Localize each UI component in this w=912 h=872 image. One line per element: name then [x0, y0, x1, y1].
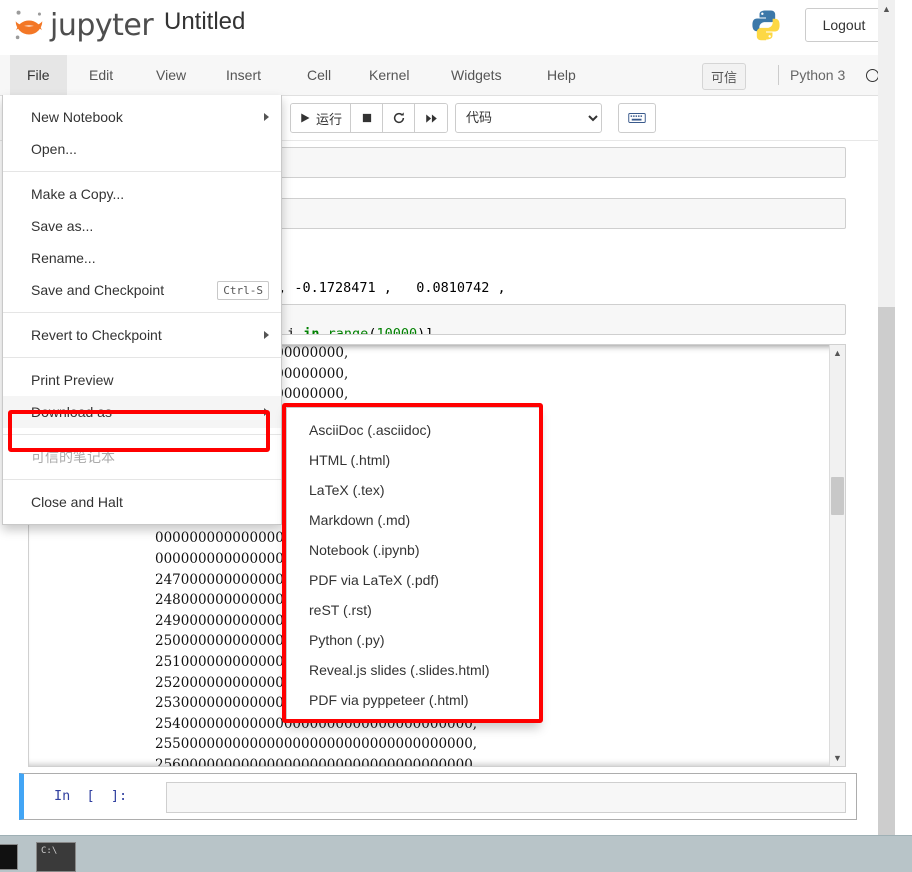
file-menu-item-save-as[interactable]: Save as...: [3, 210, 281, 242]
file-menu-item-new-notebook[interactable]: New Notebook: [3, 101, 281, 133]
chevron-right-icon: [264, 408, 269, 416]
file-menu-label: Make a Copy...: [31, 186, 125, 202]
menu-cell[interactable]: Cell: [290, 55, 348, 95]
file-menu-label: Save as...: [31, 218, 94, 234]
menu-file[interactable]: File: [10, 55, 67, 95]
browser-scrollbar-thumb[interactable]: [878, 17, 895, 307]
file-menu-label: Open...: [31, 141, 77, 157]
cell-type-select[interactable]: 代码Markdown原生 NBConvert标题: [455, 103, 602, 133]
file-menu-item-save-and-checkpoint[interactable]: Save and Checkpoint Ctrl-S: [3, 274, 281, 306]
stop-square-icon: [362, 113, 371, 123]
download-option-notebook[interactable]: Notebook (.ipynb): [287, 535, 539, 565]
jupyter-logo[interactable]: jupyter: [10, 6, 154, 44]
interrupt-kernel-button[interactable]: [351, 104, 384, 132]
restart-circular-arrow-icon: [393, 112, 404, 124]
file-menu-item-open[interactable]: Open...: [3, 133, 281, 165]
browser-scrollbar[interactable]: ▲: [878, 0, 895, 836]
download-option-rest[interactable]: reST (.rst): [287, 595, 539, 625]
taskbar-item-1[interactable]: [0, 844, 18, 870]
download-option-latex[interactable]: LaTeX (.tex): [287, 475, 539, 505]
menu-separator: [3, 434, 281, 435]
chevron-up-icon[interactable]: ▲: [830, 345, 845, 361]
file-menu-item-revert-to-checkpoint[interactable]: Revert to Checkpoint: [3, 319, 281, 351]
download-option-html[interactable]: HTML (.html): [287, 445, 539, 475]
logout-button[interactable]: Logout: [805, 8, 883, 42]
keyboard-icon: [628, 113, 646, 123]
menu-kernel[interactable]: Kernel: [352, 55, 426, 95]
download-option-asciidoc[interactable]: AsciiDoc (.asciidoc): [287, 415, 539, 445]
restart-kernel-button[interactable]: [383, 104, 416, 132]
download-option-python[interactable]: Python (.py): [287, 625, 539, 655]
python-logo-icon: [752, 10, 780, 41]
file-menu-item-trust-notebook: 可信的笔记本: [3, 441, 281, 473]
menu-separator: [3, 312, 281, 313]
kernel-name-label: Python 3: [790, 67, 846, 83]
cell-prompt-label: In [ ]:: [54, 788, 128, 804]
fast-forward-icon: [425, 113, 437, 123]
file-menu-label: New Notebook: [31, 109, 123, 125]
jupyter-logo-icon: [15, 10, 43, 40]
output-scrollbar-thumb[interactable]: [831, 477, 844, 515]
taskbar-item-terminal[interactable]: C:\: [36, 842, 76, 872]
chevron-up-icon[interactable]: ▲: [878, 0, 895, 17]
file-menu-item-print-preview[interactable]: Print Preview: [3, 364, 281, 396]
toolbar-group-run: 运行: [290, 103, 449, 133]
trusted-badge[interactable]: 可信: [702, 63, 747, 90]
menu-widgets[interactable]: Widgets: [434, 55, 519, 95]
jupyter-wordmark: jupyter: [50, 7, 154, 43]
chevron-down-icon[interactable]: ▼: [830, 750, 845, 766]
menu-insert[interactable]: Insert: [209, 55, 278, 95]
download-option-pdf-pyppeteer[interactable]: PDF via pyppeteer (.html): [287, 685, 539, 715]
file-menu-label: Save and Checkpoint: [31, 282, 165, 298]
chevron-right-icon: [264, 113, 269, 121]
cell-code-editor[interactable]: [166, 782, 846, 813]
os-taskbar[interactable]: C:\: [0, 835, 912, 872]
menubar-divider: [778, 65, 779, 85]
output-scrollbar[interactable]: ▲ ▼: [829, 345, 845, 766]
run-cell-label: 运行: [316, 112, 343, 128]
file-menu-item-close-and-halt[interactable]: Close and Halt: [3, 486, 281, 518]
download-option-pdf-latex[interactable]: PDF via LaTeX (.pdf): [287, 565, 539, 595]
restart-and-run-all-button[interactable]: [415, 104, 448, 132]
file-menu-item-download-as[interactable]: Download as: [3, 396, 281, 428]
download-option-markdown[interactable]: Markdown (.md): [287, 505, 539, 535]
menu-separator: [3, 479, 281, 480]
download-option-revealjs[interactable]: Reveal.js slides (.slides.html): [287, 655, 539, 685]
menu-separator: [3, 357, 281, 358]
chevron-right-icon: [264, 331, 269, 339]
file-menu-dropdown[interactable]: New Notebook Open... Make a Copy... Save…: [2, 95, 282, 525]
run-cell-button[interactable]: 运行: [291, 104, 352, 132]
file-menu-label: Rename...: [31, 250, 96, 266]
shortcut-label: Ctrl-S: [217, 281, 269, 300]
menu-help[interactable]: Help: [530, 55, 593, 95]
file-menu-label: Close and Halt: [31, 494, 123, 510]
jupyter-header: jupyter Untitled Logout: [0, 0, 895, 56]
empty-code-cell[interactable]: In [ ]:: [19, 773, 857, 820]
menu-view[interactable]: View: [139, 55, 203, 95]
play-icon: [301, 113, 310, 123]
download-as-submenu[interactable]: AsciiDoc (.asciidoc) HTML (.html) LaTeX …: [286, 407, 540, 723]
browser-page: jupyter Untitled Logout File Edit View I…: [0, 0, 895, 836]
file-menu-item-make-a-copy[interactable]: Make a Copy...: [3, 178, 281, 210]
file-menu-label: 可信的笔记本: [31, 449, 115, 465]
open-command-palette-button[interactable]: [618, 103, 656, 133]
menu-bar: File Edit View Insert Cell Kernel Widget…: [0, 55, 895, 96]
file-menu-label: Download as: [31, 404, 112, 420]
menu-separator: [3, 171, 281, 172]
file-menu-label: Revert to Checkpoint: [31, 327, 162, 343]
file-menu-label: Print Preview: [31, 372, 114, 388]
menu-edit[interactable]: Edit: [72, 55, 130, 95]
notebook-title[interactable]: Untitled: [164, 8, 245, 36]
file-menu-item-rename[interactable]: Rename...: [3, 242, 281, 274]
